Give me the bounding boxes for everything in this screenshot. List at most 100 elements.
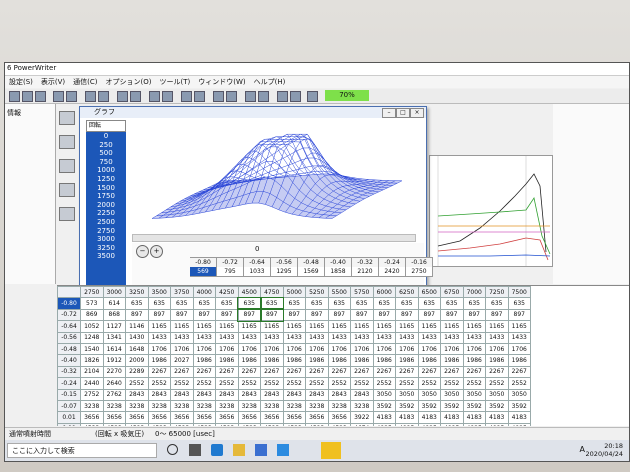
map-cell[interactable]: 3656 (327, 411, 351, 424)
rpm-list-item[interactable]: 250 (86, 141, 126, 150)
map-cell[interactable]: 1433 (147, 331, 171, 344)
map-cell[interactable]: 4183 (507, 411, 531, 424)
cortana-icon[interactable] (167, 444, 178, 455)
map-cell[interactable]: 2552 (305, 377, 329, 390)
map-cell[interactable]: 4183 (485, 411, 509, 424)
fuel-map-table[interactable]: 2750 3000 3250 3500 3750 4000 4250 4500 4750 5000… (57, 285, 629, 426)
map-cell[interactable]: 3656 (260, 411, 284, 424)
mail-icon[interactable] (277, 444, 289, 456)
map-cell[interactable]: 3050 (462, 388, 486, 401)
map-cell[interactable]: 3050 (440, 388, 464, 401)
map-cell[interactable]: 1433 (237, 331, 261, 344)
map-cell[interactable]: 1706 (485, 342, 509, 356)
map-cell[interactable]: 2267 (215, 365, 239, 379)
map-cell[interactable]: 2843 (327, 388, 351, 401)
side-map-icon[interactable] (59, 111, 75, 125)
map-cell[interactable]: 635 (259, 296, 284, 311)
mini-cell[interactable]: 1569 (298, 267, 325, 277)
map-cell[interactable]: 1433 (462, 331, 486, 344)
map-cell[interactable]: 2752 (80, 388, 104, 401)
map-cell[interactable]: 1433 (485, 331, 509, 344)
map-cell[interactable]: 2267 (417, 365, 441, 379)
toolbar-print-icon[interactable] (35, 91, 46, 102)
map-cell[interactable]: 2843 (215, 388, 239, 401)
map-cell[interactable]: 2843 (260, 388, 284, 401)
map-cell[interactable]: 1433 (507, 331, 531, 344)
map-cell[interactable]: 897 (192, 308, 216, 322)
pressure-row-header[interactable]: -0.24 (57, 377, 81, 390)
map-cell[interactable]: 3656 (215, 411, 239, 424)
map-cell[interactable]: 2843 (305, 388, 329, 401)
map-cell[interactable]: 635 (305, 297, 329, 310)
map-cell[interactable]: 4523 (260, 422, 284, 426)
map-cell[interactable]: 4183 (372, 411, 396, 424)
map-cell[interactable]: 2552 (237, 377, 261, 390)
map-cell[interactable]: 1341 (102, 331, 126, 344)
map-cell[interactable]: 1706 (147, 342, 171, 356)
rpm-list-item[interactable]: 2750 (86, 227, 126, 236)
map-cell[interactable]: 4183 (395, 411, 419, 424)
map-cell[interactable]: 1986 (462, 354, 486, 367)
map-cell[interactable]: 1433 (327, 331, 351, 344)
menu-help[interactable]: ヘルプ(H) (250, 76, 290, 88)
side-chart-icon[interactable] (59, 183, 75, 197)
map-cell[interactable]: 4523 (305, 422, 329, 426)
map-cell[interactable]: 897 (305, 308, 329, 322)
map-cell[interactable]: 1430 (125, 331, 149, 344)
mini-cell[interactable]: 1858 (325, 267, 352, 277)
pressure-row-header[interactable]: -0.40 (57, 354, 81, 367)
map-cell[interactable]: 3656 (147, 411, 171, 424)
map-cell[interactable]: 1706 (440, 342, 464, 356)
map-cell[interactable]: 1165 (147, 320, 171, 333)
map-cell[interactable]: 635 (237, 296, 262, 311)
map-cell[interactable]: 1165 (372, 320, 396, 333)
map-cell[interactable]: 3592 (372, 399, 396, 413)
rpm-list-item[interactable]: 3000 (86, 235, 126, 244)
map-cell[interactable]: 2267 (170, 365, 194, 379)
map-cell[interactable]: 1706 (395, 342, 419, 356)
plot-horizontal-scrollbar[interactable] (132, 234, 416, 242)
map-cell[interactable]: 1986 (305, 354, 329, 367)
map-cell[interactable]: 1986 (260, 354, 284, 367)
map-cell[interactable]: 1433 (215, 331, 239, 344)
pressure-row-header[interactable]: -0.07 (57, 399, 81, 413)
rpm-list-item[interactable]: 1000 (86, 166, 126, 175)
map-cell[interactable]: 1706 (462, 342, 486, 356)
map-cell[interactable]: 3238 (102, 399, 126, 413)
fuel-map-grid[interactable]: 2750 3000 3250 3500 3750 4000 4250 4500 4750 5000… (57, 286, 531, 426)
map-cell[interactable]: 1165 (417, 320, 441, 333)
map-cell[interactable]: 2552 (147, 377, 171, 390)
map-cell[interactable]: 3238 (260, 399, 284, 413)
map-cell[interactable]: 3656 (170, 411, 194, 424)
map-cell[interactable]: 3050 (417, 388, 441, 401)
toolbar-graph-icon[interactable] (149, 91, 160, 102)
map-cell[interactable]: 573 (80, 297, 104, 310)
rpm-list-item[interactable]: 2500 (86, 218, 126, 227)
rpm-list-item[interactable]: 2000 (86, 201, 126, 210)
map-cell[interactable]: 2267 (507, 365, 531, 379)
map-cell[interactable]: 3656 (305, 411, 329, 424)
map-cell[interactable]: 2552 (485, 377, 509, 390)
map-cell[interactable]: 2270 (102, 365, 126, 379)
map-cell[interactable]: 1433 (440, 331, 464, 344)
map-cell[interactable]: 635 (372, 297, 396, 310)
map-cell[interactable]: 4523 (215, 422, 239, 426)
map-cell[interactable]: 4825 (440, 422, 464, 426)
map-cell[interactable]: 2552 (260, 377, 284, 390)
map-cell[interactable]: 1986 (485, 354, 509, 367)
map-cell[interactable]: 2552 (125, 377, 149, 390)
map-cell[interactable]: 635 (350, 297, 374, 310)
menu-tools[interactable]: ツール(T) (156, 76, 195, 88)
map-cell[interactable]: 2440 (80, 377, 104, 390)
map-cell[interactable]: 2267 (350, 365, 374, 379)
map-cell[interactable]: 2104 (80, 365, 104, 379)
map-cell[interactable]: 1146 (125, 320, 149, 333)
map-cell[interactable]: 1165 (507, 320, 531, 333)
toolbar-disconnect-icon[interactable] (258, 91, 269, 102)
map-cell[interactable]: 2552 (215, 377, 239, 390)
zoom-out-icon[interactable]: − (136, 245, 149, 258)
map-cell[interactable]: 3656 (192, 411, 216, 424)
map-cell[interactable]: 2552 (462, 377, 486, 390)
mini-cell[interactable]: 2420 (379, 267, 406, 277)
map-cell[interactable]: 1165 (462, 320, 486, 333)
